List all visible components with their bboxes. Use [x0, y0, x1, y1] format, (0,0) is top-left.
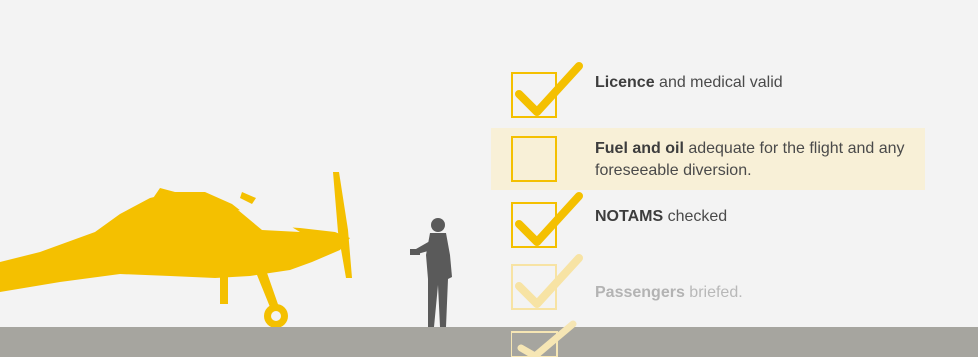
item-text: and medical valid: [654, 74, 783, 91]
item-text: briefed.: [684, 284, 743, 301]
checkmark-icon: [515, 192, 583, 246]
checklist-item[interactable]: Licence and medical valid: [491, 60, 925, 132]
checklist-item[interactable]: Fuel and oil adequate for the flight and…: [491, 128, 925, 190]
checklist-item[interactable]: NOTAMS checked: [491, 190, 925, 258]
item-bold-label: Licence: [595, 74, 655, 91]
item-bold-label: Fuel and oil: [595, 140, 684, 157]
checkbox[interactable]: [511, 136, 557, 182]
checklist: Licence and medical valid Fuel and oil a…: [0, 0, 978, 357]
checklist-item[interactable]: Passengers briefed.: [491, 254, 925, 320]
checkmark-icon: [515, 254, 583, 308]
checklist-item-label: NOTAMS checked: [595, 206, 915, 228]
checklist-item-label: Licence and medical valid: [595, 72, 915, 94]
item-text: checked: [663, 208, 728, 225]
item-bold-label: Passengers: [595, 284, 685, 301]
checklist-item-label: Passengers briefed.: [595, 282, 915, 304]
checkmark-icon: [511, 320, 577, 357]
illustration-stage: Licence and medical valid Fuel and oil a…: [0, 0, 978, 357]
item-bold-label: NOTAMS: [595, 208, 664, 225]
checklist-item-label: Fuel and oil adequate for the flight and…: [595, 138, 915, 182]
checkmark-icon: [515, 62, 583, 116]
